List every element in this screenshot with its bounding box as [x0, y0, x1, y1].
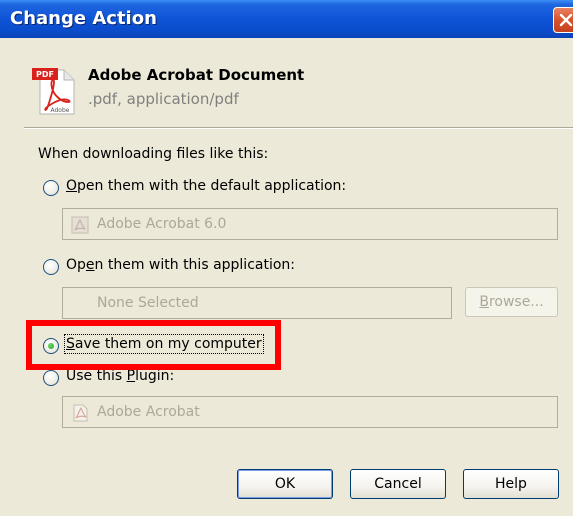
this-app-field: None Selected	[62, 287, 452, 319]
pdf-icon-label: PDF	[36, 70, 54, 79]
acrobat-icon	[71, 216, 89, 234]
label-text: lugin:	[135, 368, 175, 384]
close-button[interactable]	[553, 7, 573, 33]
browse-button[interactable]: Browse...	[465, 287, 558, 317]
default-app-value: Adobe Acrobat 6.0	[97, 216, 227, 232]
download-prompt: When downloading files like this:	[38, 146, 269, 162]
accel-key: e	[85, 257, 95, 273]
doc-type-subtitle: .pdf, application/pdf	[88, 90, 239, 108]
radio-this-app-label[interactable]: Open them with this application:	[66, 257, 295, 273]
accel-key: O	[66, 178, 78, 194]
ok-button[interactable]: OK	[237, 469, 333, 499]
pdf-file-icon: PDF Adobe	[32, 66, 78, 116]
file-type-header: PDF Adobe Adobe Acrobat Document .pdf, a…	[0, 38, 573, 124]
header-divider	[24, 127, 573, 129]
accel-key: P	[126, 368, 136, 384]
label-pre: Use this	[66, 368, 127, 384]
plugin-value: Adobe Acrobat	[97, 404, 200, 420]
label-text: n them with this application:	[94, 257, 296, 273]
default-app-field: Adobe Acrobat 6.0	[62, 208, 558, 240]
cancel-button[interactable]: Cancel	[350, 469, 446, 499]
label-pre: Op	[66, 257, 86, 273]
window-title: Change Action	[10, 8, 157, 29]
highlight-annotation	[26, 320, 281, 370]
help-button[interactable]: Help	[463, 469, 559, 499]
label-text: pen them with the default application:	[77, 178, 347, 194]
svg-text:Adobe: Adobe	[51, 107, 70, 114]
button-label: rowse...	[488, 294, 544, 310]
plugin-field: Adobe Acrobat	[62, 396, 558, 428]
change-action-dialog: Change Action PDF Adobe Adobe Acrobat Do…	[0, 0, 573, 516]
title-bar[interactable]: Change Action	[0, 0, 573, 38]
this-app-value: None Selected	[97, 295, 199, 311]
radio-default-app[interactable]	[43, 180, 59, 196]
radio-plugin[interactable]	[43, 370, 59, 386]
accel-key: B	[479, 294, 489, 310]
radio-plugin-label[interactable]: Use this Plugin:	[66, 368, 174, 384]
acrobat-plugin-icon	[73, 404, 88, 422]
doc-type-title: Adobe Acrobat Document	[88, 66, 305, 84]
radio-default-app-label[interactable]: Open them with the default application:	[66, 178, 346, 194]
close-icon	[559, 13, 573, 27]
radio-this-app[interactable]	[43, 259, 59, 275]
